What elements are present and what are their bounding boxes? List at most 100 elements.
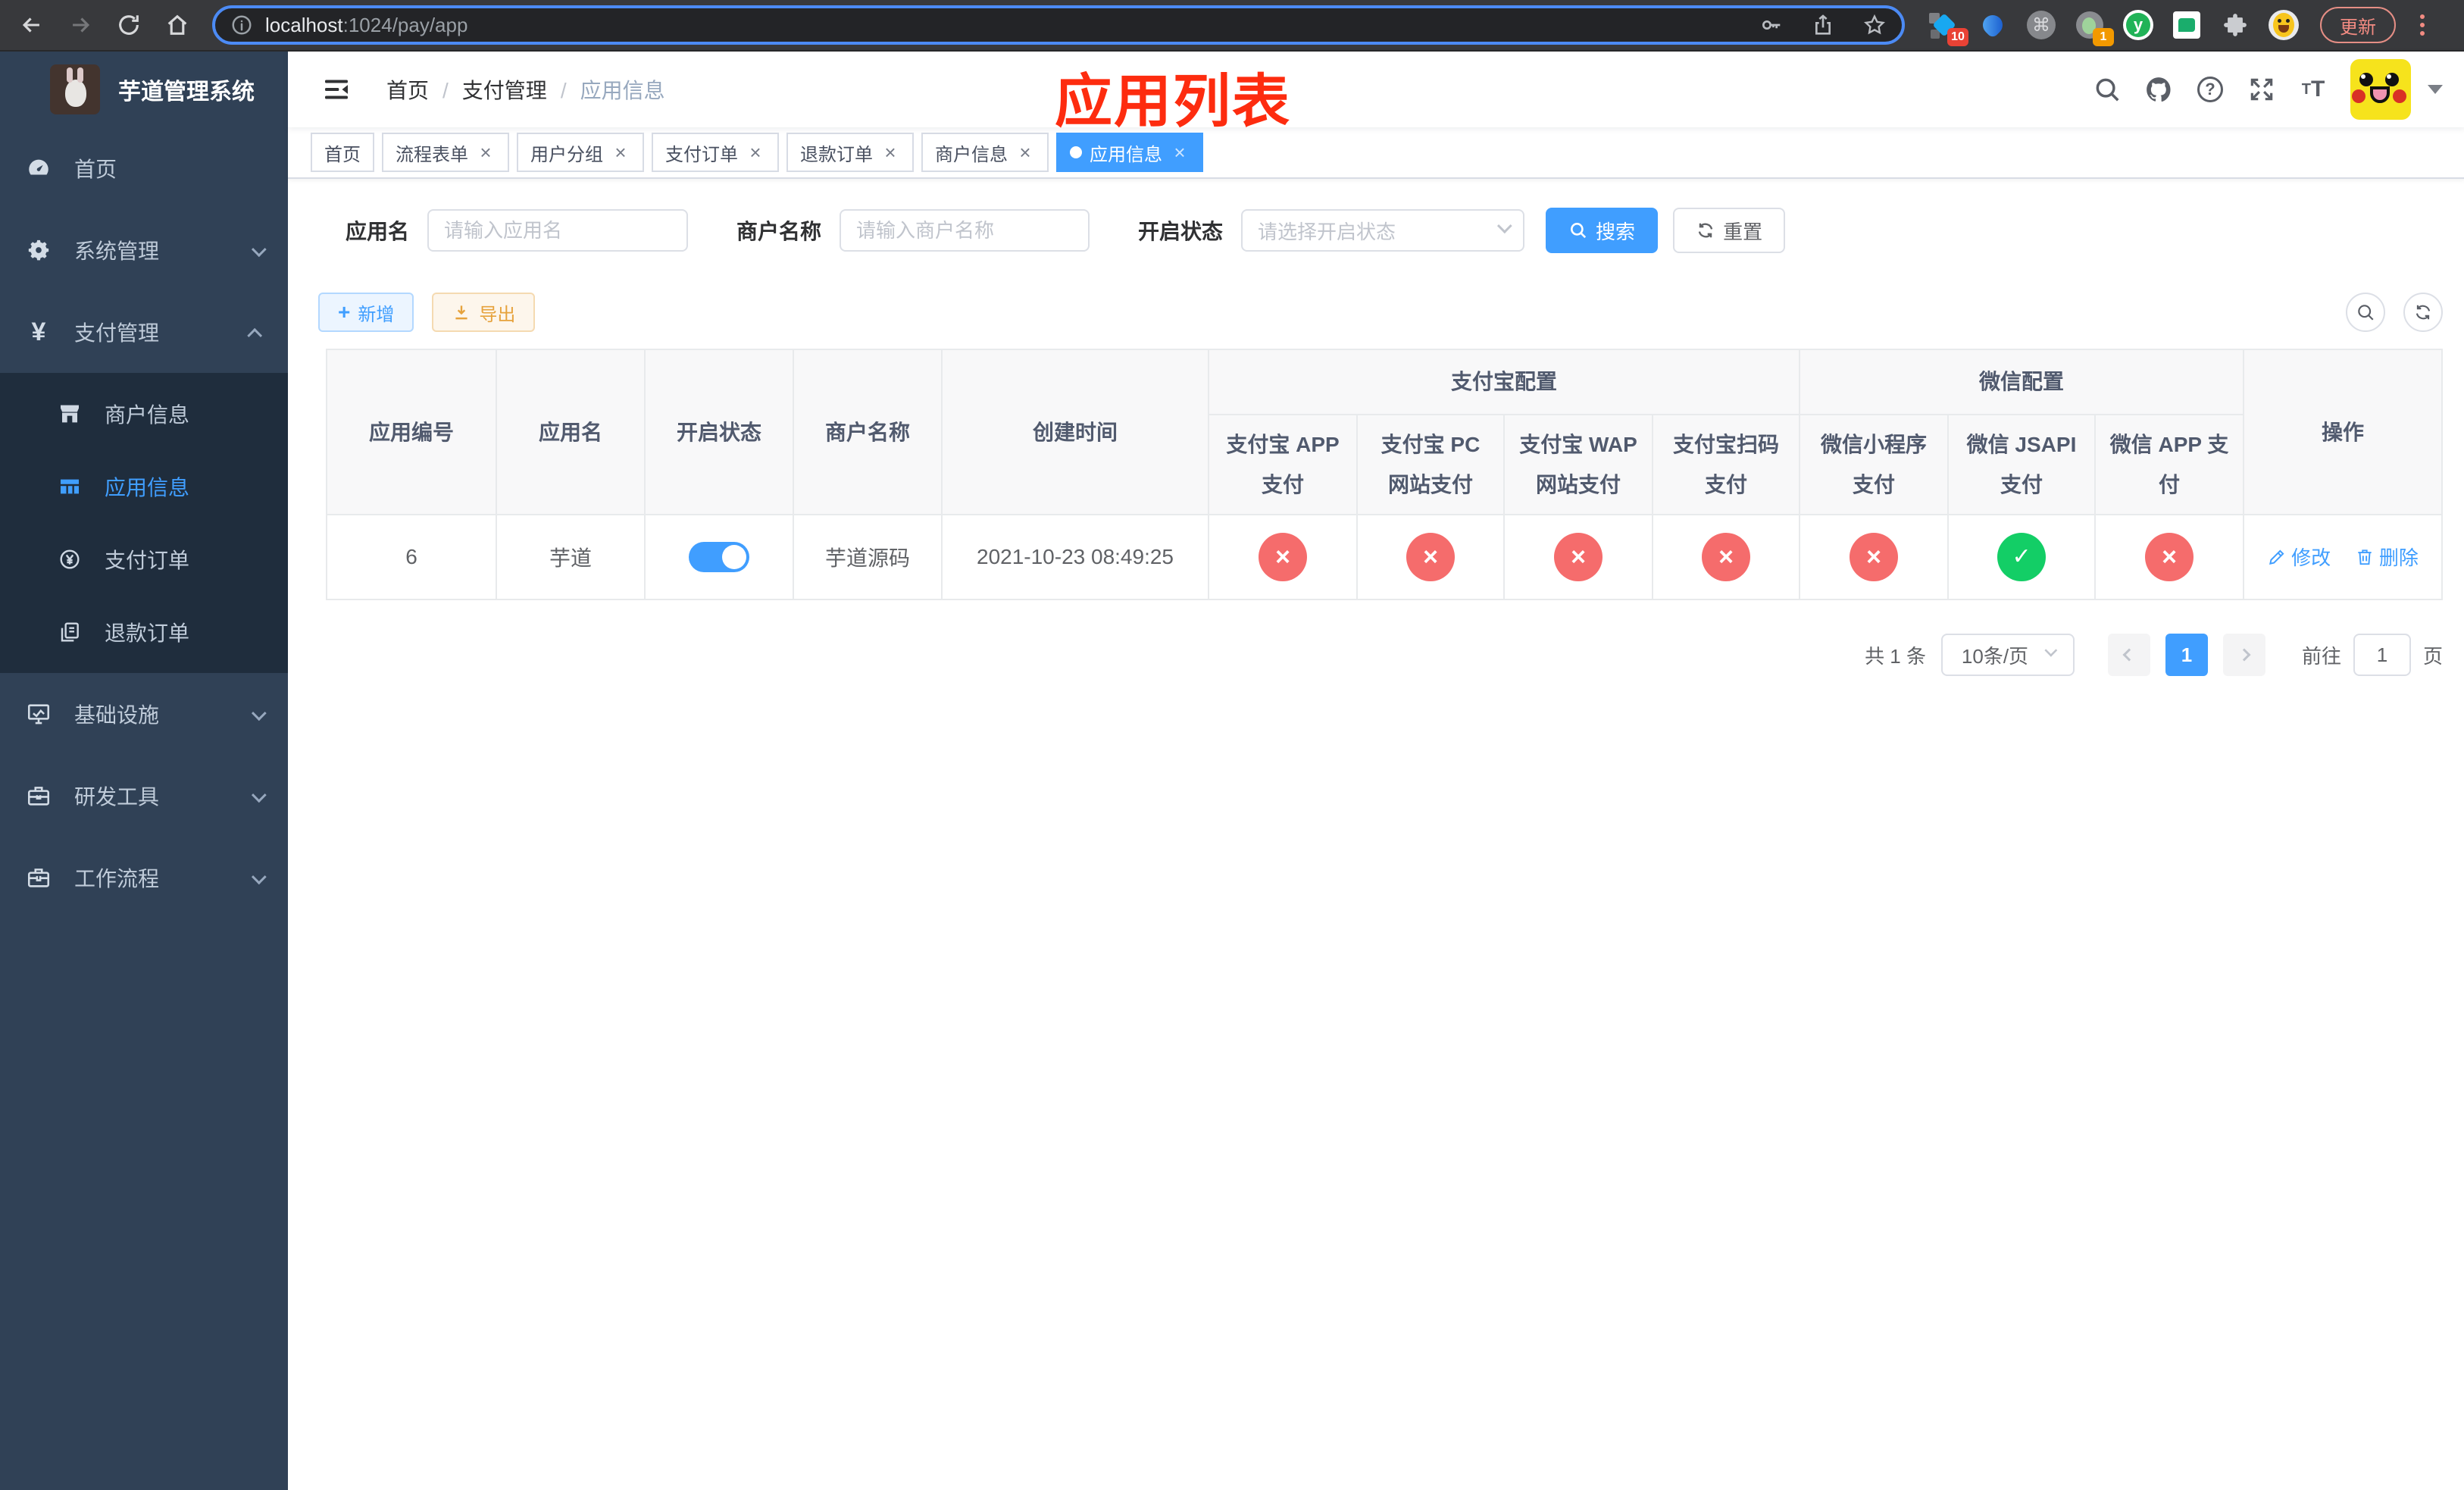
status-wx-app[interactable]: [2145, 533, 2194, 582]
site-info-icon[interactable]: [230, 14, 253, 36]
search-button[interactable]: 搜索: [1546, 208, 1659, 253]
toggle-search-button[interactable]: [2346, 293, 2386, 332]
tab-pay-order[interactable]: 支付订单: [652, 133, 779, 172]
browser-home-button[interactable]: [158, 5, 197, 45]
help-icon[interactable]: ?: [2196, 75, 2225, 104]
filter-form: 应用名 商户名称 开启状态 请选择开启状态 搜索 重置: [346, 208, 2443, 253]
hamburger-toggle-button[interactable]: [321, 74, 352, 105]
column-header-app-id: 应用编号: [326, 348, 497, 516]
tab-merchant-info[interactable]: 商户信息: [921, 133, 1049, 172]
page-number-button[interactable]: 1: [2165, 634, 2208, 677]
sidebar-item-system[interactable]: 系统管理: [0, 209, 288, 291]
refresh-table-button[interactable]: [2403, 293, 2444, 332]
user-avatar[interactable]: [2350, 59, 2412, 120]
close-icon[interactable]: [611, 142, 630, 162]
briefcase-icon: [26, 865, 52, 891]
share-icon[interactable]: [1811, 13, 1835, 37]
tab-user-group[interactable]: 用户分组: [517, 133, 644, 172]
breadcrumb-item-home[interactable]: 首页: [386, 74, 462, 105]
status-alipay-scan[interactable]: [1702, 533, 1750, 582]
chat-icon: [2173, 11, 2200, 39]
submenu-item-label: 应用信息: [105, 476, 190, 499]
extension-y-icon[interactable]: y: [2123, 10, 2153, 40]
browser-back-button[interactable]: [12, 5, 52, 45]
export-button[interactable]: 导出: [432, 293, 536, 332]
chevron-down-icon: [2044, 644, 2058, 657]
fullscreen-icon[interactable]: [2247, 75, 2276, 104]
edit-link[interactable]: 修改: [2267, 543, 2331, 571]
breadcrumb-item-payment[interactable]: 支付管理: [462, 74, 580, 105]
avatar-caret-icon[interactable]: [2428, 85, 2444, 94]
submenu-item-label: 商户信息: [105, 403, 190, 427]
add-button[interactable]: + 新增: [318, 293, 414, 332]
app-title: 芋道管理系统: [118, 80, 255, 105]
delete-label: 删除: [2378, 546, 2419, 570]
submenu-item-merchant-info[interactable]: 商户信息: [0, 377, 288, 450]
extension-camera-icon[interactable]: 1: [2075, 10, 2114, 46]
close-icon[interactable]: [880, 142, 900, 162]
refresh-icon: [2416, 305, 2431, 320]
bookmark-star-icon[interactable]: [1862, 13, 1887, 37]
submenu-item-label: 退款订单: [105, 621, 190, 645]
browser-reload-button[interactable]: [109, 5, 149, 45]
tab-app-info[interactable]: 应用信息: [1056, 133, 1203, 172]
app-name-input[interactable]: [427, 209, 689, 252]
prev-page-button[interactable]: [2107, 634, 2150, 677]
extension-diamond-icon[interactable]: 10: [1929, 10, 1968, 46]
extension-command-icon[interactable]: ⌘: [2026, 10, 2056, 40]
close-icon[interactable]: [1015, 142, 1035, 162]
extension-balloon-icon[interactable]: [1978, 10, 2008, 40]
status-alipay-pc[interactable]: [1406, 533, 1455, 582]
goto-page-input[interactable]: [2353, 634, 2411, 677]
submenu-item-app-info[interactable]: 应用信息: [0, 450, 288, 523]
reload-icon: [119, 15, 139, 35]
column-header-ops: 操作: [2243, 348, 2444, 516]
submenu-item-refund-order[interactable]: 退款订单: [0, 596, 288, 668]
github-icon[interactable]: [2144, 75, 2173, 104]
extension-badge: 10: [1947, 28, 1968, 46]
tab-label: 退款订单: [800, 144, 873, 165]
chevron-down-icon: [251, 784, 267, 808]
tab-refund-order[interactable]: 退款订单: [786, 133, 914, 172]
status-wx-jsapi[interactable]: [1997, 533, 2047, 582]
extensions-puzzle-icon[interactable]: [2220, 10, 2250, 40]
app-logo-row[interactable]: 芋道管理系统: [0, 52, 288, 127]
browser-menu-kebab-icon[interactable]: [2420, 14, 2425, 36]
status-alipay-wap[interactable]: [1554, 533, 1603, 582]
header-search-icon[interactable]: [2093, 75, 2122, 104]
browser-update-button[interactable]: 更新: [2320, 7, 2396, 43]
sidebar-item-home[interactable]: 首页: [0, 127, 288, 209]
close-icon[interactable]: [1170, 142, 1190, 162]
sidebar-item-payment[interactable]: ¥ 支付管理: [0, 291, 288, 373]
extension-smiley-icon[interactable]: [2269, 10, 2299, 40]
sidebar-item-workflow[interactable]: 工作流程: [0, 837, 288, 919]
screen: localhost:1024/pay/app 10 ⌘ 1 y 更新 芋道管理系…: [0, 0, 2464, 1490]
sidebar-item-dev-tools[interactable]: 研发工具: [0, 755, 288, 837]
page-size-select[interactable]: 10条/页: [1940, 634, 2075, 677]
reset-button[interactable]: 重置: [1673, 208, 1786, 253]
home-icon: [167, 14, 187, 35]
password-key-icon[interactable]: [1759, 13, 1784, 37]
submenu-item-pay-order[interactable]: 支付订单: [0, 523, 288, 596]
close-icon[interactable]: [476, 142, 496, 162]
download-icon: [455, 305, 467, 320]
extension-chat-icon[interactable]: [2172, 10, 2202, 40]
sidebar-item-infrastructure[interactable]: 基础设施: [0, 673, 288, 755]
enable-toggle[interactable]: [689, 542, 749, 573]
close-icon[interactable]: [746, 142, 765, 162]
cell-app-id: 6: [326, 514, 497, 601]
tab-home[interactable]: 首页: [311, 133, 374, 172]
status-select[interactable]: 请选择开启状态: [1241, 209, 1525, 252]
font-size-icon[interactable]: TT: [2299, 75, 2328, 104]
delete-link[interactable]: 删除: [2355, 543, 2419, 571]
next-page-button[interactable]: [2222, 634, 2265, 677]
app-table: 应用编号 应用名 开启状态 商户名称 创建时间 支付宝配置 微信配置 操作 支付…: [326, 348, 2444, 601]
browser-forward-button[interactable]: [61, 5, 100, 45]
group-header-alipay: 支付宝配置: [1207, 349, 1801, 415]
status-alipay-app[interactable]: [1259, 533, 1307, 582]
tab-process-form[interactable]: 流程表单: [382, 133, 509, 172]
status-wx-lite[interactable]: [1850, 533, 1899, 582]
table-toolbar: + 新增 导出: [318, 293, 2444, 332]
url-bar[interactable]: localhost:1024/pay/app: [212, 5, 1905, 45]
merchant-name-input[interactable]: [840, 209, 1090, 252]
